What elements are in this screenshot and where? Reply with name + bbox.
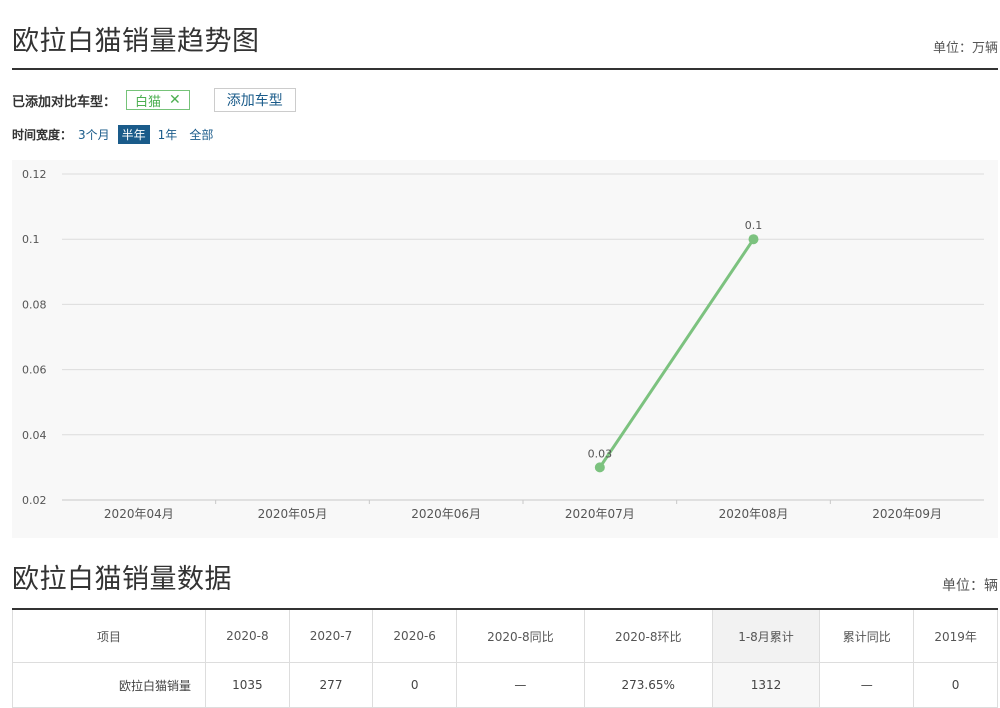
trend-divider	[12, 68, 998, 70]
table-header: 欧拉白猫销量数据 单位：辆	[12, 566, 998, 593]
cell-2020-6: 0	[372, 662, 458, 708]
th-2019: 2019年	[913, 608, 998, 663]
sales-table: 项目 2020-8 2020-7 2020-6 2020-8同比 2020-8环…	[12, 608, 998, 708]
y-tick-label: 0.1	[22, 233, 40, 246]
y-tick-label: 0.02	[22, 494, 47, 507]
time-range-row: 时间宽度： 3个月 半年 1年 全部	[12, 124, 221, 144]
trend-unit: 单位：万辆	[932, 41, 998, 56]
th-2020-8: 2020-8	[205, 608, 290, 663]
model-tag-label: 白猫	[135, 94, 162, 110]
th-2020-6: 2020-6	[372, 608, 458, 663]
close-icon[interactable]: ✕	[169, 92, 181, 108]
cell-2019: 0	[913, 662, 998, 708]
trend-title: 欧拉白猫销量趋势图	[12, 26, 260, 57]
table-unit: 单位：辆	[942, 578, 998, 594]
range-option-1y[interactable]: 1年	[154, 125, 182, 144]
chart-svg: 0.12 0.1 0.08 0.06 0.04 0.02 2020年04月 2020年05月 2…	[22, 168, 984, 521]
cell-item: 欧拉白猫销量	[12, 662, 206, 708]
model-tag[interactable]: 白猫 ✕	[126, 90, 190, 110]
x-tick-label: 2020年09月	[872, 507, 942, 521]
range-option-3m[interactable]: 3个月	[74, 125, 114, 144]
th-cumulative-yoy: 累计同比	[819, 608, 915, 663]
x-tick-label: 2020年04月	[104, 507, 174, 521]
th-yoy: 2020-8同比	[456, 608, 585, 663]
x-tick-label: 2020年06月	[411, 507, 481, 521]
cell-mom: 273.65%	[583, 662, 713, 708]
compare-row: 已添加对比车型： 白猫 ✕ 添加车型	[12, 88, 296, 112]
cell-2020-8: 1035	[205, 662, 290, 708]
x-tick-label: 2020年07月	[565, 507, 635, 521]
compare-label: 已添加对比车型：	[12, 94, 117, 110]
y-tick-label: 0.04	[22, 429, 47, 442]
range-option-6m[interactable]: 半年	[117, 124, 150, 144]
cell-2020-7: 277	[288, 662, 374, 708]
trend-chart: 0.12 0.1 0.08 0.06 0.04 0.02 2020年04月 2020年05月 2…	[12, 160, 998, 538]
add-model-button[interactable]: 添加车型	[213, 88, 296, 112]
data-label: 0.1	[745, 219, 763, 232]
table-header-row: 项目 2020-8 2020-7 2020-6 2020-8同比 2020-8环…	[12, 608, 998, 663]
data-label: 0.03	[588, 447, 613, 460]
th-cumulative: 1-8月累计	[711, 608, 821, 663]
y-tick-label: 0.12	[22, 168, 47, 181]
data-point	[748, 234, 759, 245]
th-mom: 2020-8环比	[583, 608, 713, 663]
table-title: 欧拉白猫销量数据	[12, 564, 232, 595]
cell-cumulative: 1312	[711, 662, 821, 708]
y-tick-label: 0.06	[22, 364, 47, 377]
x-tick-label: 2020年08月	[719, 507, 789, 521]
table-row: 欧拉白猫销量 1035 277 0 — 273.65% 1312 — 0	[12, 662, 998, 708]
series-line	[598, 238, 755, 469]
data-point	[594, 462, 605, 473]
range-option-all[interactable]: 全部	[185, 125, 217, 144]
th-2020-7: 2020-7	[288, 608, 374, 663]
trend-header: 欧拉白猫销量趋势图 单位：万辆	[12, 28, 998, 55]
x-tick-label: 2020年05月	[258, 507, 328, 521]
th-item: 项目	[12, 608, 206, 663]
cell-cumulative-yoy: —	[819, 662, 915, 708]
cell-yoy: —	[456, 662, 585, 708]
time-range-label: 时间宽度：	[12, 127, 73, 142]
y-tick-label: 0.08	[22, 298, 47, 311]
